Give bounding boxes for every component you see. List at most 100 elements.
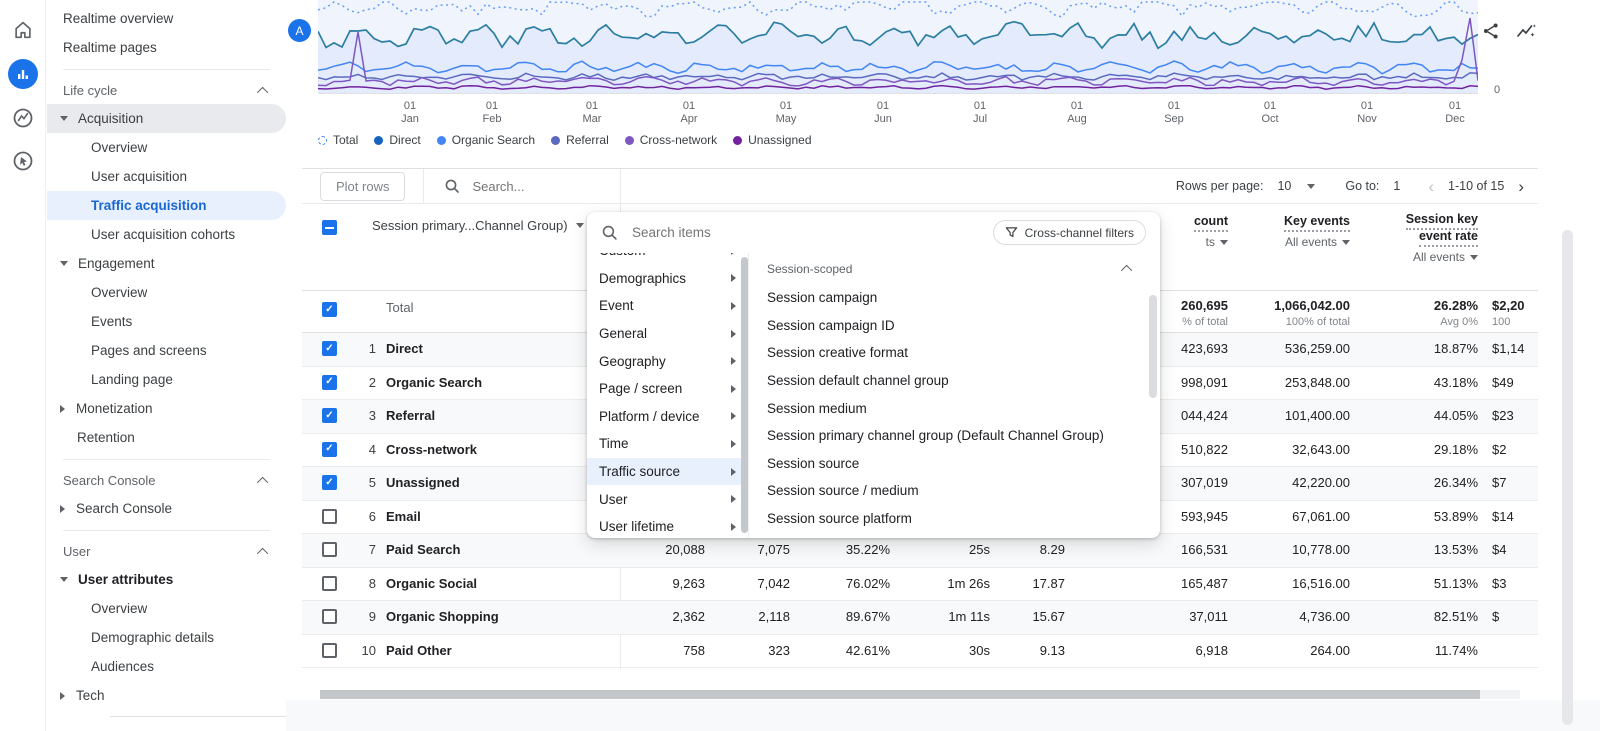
- category-label: Custom: [599, 253, 646, 258]
- cell-event-count: 593,945: [1181, 509, 1228, 524]
- plot-rows-button[interactable]: Plot rows: [320, 172, 405, 201]
- sidebar-section-search-console[interactable]: Search Console: [47, 467, 286, 494]
- legend-direct[interactable]: Direct: [374, 133, 420, 147]
- menu-item-session-creative-format[interactable]: Session creative format: [759, 339, 1160, 367]
- menu-category-user-lifetime[interactable]: User lifetime: [587, 513, 748, 538]
- menu-item-session-source[interactable]: Session source: [759, 450, 1160, 478]
- legend-total[interactable]: Total: [318, 133, 358, 147]
- sidebar-section-life-cycle[interactable]: Life cycle: [47, 77, 286, 104]
- menu-category-user[interactable]: User: [587, 485, 748, 513]
- explore-icon[interactable]: [9, 104, 37, 132]
- section-label: User: [63, 544, 90, 559]
- col-subheader-event-count[interactable]: ts: [1206, 235, 1228, 249]
- menu-item-session-source-medium[interactable]: Session source / medium: [759, 477, 1160, 505]
- table-row[interactable]: 10 Paid Other 75832342.61%30s9.13 6,9182…: [302, 635, 1538, 669]
- legend-unassigned[interactable]: Unassigned: [733, 133, 811, 147]
- select-all-checkbox[interactable]: [322, 220, 337, 235]
- sidebar-item-events[interactable]: Events: [47, 307, 286, 336]
- goto-input[interactable]: 1: [1393, 179, 1400, 193]
- sidebar-item-retention[interactable]: Retention: [47, 423, 286, 452]
- table-row[interactable]: 8 Organic Social 9,2637,04276.02%1m 26s1…: [302, 568, 1538, 602]
- sidebar-section-user[interactable]: User: [47, 538, 286, 565]
- row-checkbox[interactable]: [322, 509, 337, 524]
- col-header-session-key-event-rate[interactable]: Session key event rate: [1406, 212, 1478, 247]
- menu-category-custom[interactable]: Custom: [587, 253, 748, 265]
- horizontal-scrollbar-thumb[interactable]: [320, 690, 1480, 699]
- sidebar-item-tech[interactable]: Tech: [47, 681, 286, 710]
- cross-channel-filters-chip[interactable]: Cross-channel filters: [993, 220, 1146, 245]
- cell-key-events: 536,259.00: [1285, 341, 1350, 356]
- trending-insights-icon[interactable]: [1513, 18, 1539, 44]
- legend-organic-search[interactable]: Organic Search: [437, 133, 535, 147]
- row-checkbox[interactable]: [322, 576, 337, 591]
- row-checkbox[interactable]: ✓: [322, 475, 337, 490]
- menu-item-session-source-platform[interactable]: Session source platform: [759, 505, 1160, 533]
- sidebar-item-traffic-acquisition[interactable]: Traffic acquisition: [47, 191, 286, 220]
- sidebar-item-engagement[interactable]: Engagement: [47, 249, 286, 278]
- traffic-line-chart[interactable]: [318, 0, 1478, 94]
- sidebar-item-pages-and-screens[interactable]: Pages and screens: [47, 336, 286, 365]
- sidebar-item-realtime-overview[interactable]: Realtime overview: [47, 4, 286, 33]
- prev-page-icon[interactable]: ‹: [1428, 178, 1434, 195]
- menu-category-page-screen[interactable]: Page / screen: [587, 375, 748, 403]
- menu-category-event[interactable]: Event: [587, 292, 748, 320]
- legend-referral[interactable]: Referral: [551, 133, 609, 147]
- col-header-key-events[interactable]: Key events: [1284, 214, 1350, 228]
- table-search[interactable]: [444, 178, 734, 195]
- menu-category-demographics[interactable]: Demographics: [587, 265, 748, 293]
- row-checkbox[interactable]: ✓: [322, 442, 337, 457]
- menu-category-general[interactable]: General: [587, 320, 748, 348]
- row-checkbox[interactable]: ✓: [322, 375, 337, 390]
- dimension-header[interactable]: Session primary...Channel Group): [372, 218, 584, 233]
- vertical-scrollbar[interactable]: [1562, 230, 1573, 725]
- sidebar-item-user-acquisition[interactable]: User acquisition: [47, 162, 286, 191]
- advertising-icon[interactable]: [9, 147, 37, 175]
- sidebar-item-ua-overview[interactable]: Overview: [47, 594, 286, 623]
- row-checkbox[interactable]: ✓: [322, 302, 337, 317]
- sidebar-item-search-console[interactable]: Search Console: [47, 494, 286, 523]
- sidebar-item-acq-overview[interactable]: Overview: [47, 133, 286, 162]
- sidebar-item-demographic-details[interactable]: Demographic details: [47, 623, 286, 652]
- sidebar-label: Overview: [91, 601, 147, 616]
- row-checkbox[interactable]: [322, 643, 337, 658]
- home-icon[interactable]: [9, 16, 37, 44]
- menu-left-scrollbar[interactable]: [741, 257, 748, 533]
- sidebar-item-user-attributes[interactable]: User attributes: [47, 565, 286, 594]
- avatar[interactable]: A: [288, 19, 311, 42]
- menu-item-session-primary-channel-group[interactable]: Session primary channel group (Default C…: [759, 422, 1160, 450]
- menu-item-session-default-channel-group[interactable]: Session default channel group: [759, 367, 1160, 395]
- reports-icon[interactable]: [8, 59, 38, 89]
- row-checkbox[interactable]: ✓: [322, 408, 337, 423]
- row-checkbox[interactable]: [322, 609, 337, 624]
- menu-item-session-medium[interactable]: Session medium: [759, 394, 1160, 422]
- sidebar-item-monetization[interactable]: Monetization: [47, 394, 286, 423]
- table-row[interactable]: 9 Organic Shopping 2,3622,11889.67%1m 11…: [302, 601, 1538, 635]
- menu-category-platform-device[interactable]: Platform / device: [587, 403, 748, 431]
- menu-category-geography[interactable]: Geography: [587, 347, 748, 375]
- rows-per-page-select[interactable]: 10: [1277, 179, 1315, 193]
- menu-category-traffic-source[interactable]: Traffic source: [587, 458, 748, 486]
- sidebar-item-realtime-pages[interactable]: Realtime pages: [47, 33, 286, 62]
- session-scoped-section-header[interactable]: Session-scoped: [759, 253, 1160, 284]
- sidebar-item-eng-overview[interactable]: Overview: [47, 278, 286, 307]
- menu-item-session-campaign-id[interactable]: Session campaign ID: [759, 312, 1160, 340]
- col-subheader-session-key-event-rate[interactable]: All events: [1413, 250, 1478, 264]
- sidebar-item-audiences[interactable]: Audiences: [47, 652, 286, 681]
- menu-category-time[interactable]: Time: [587, 430, 748, 458]
- sidebar-item-landing-page[interactable]: Landing page: [47, 365, 286, 394]
- sidebar-item-user-acquisition-cohorts[interactable]: User acquisition cohorts: [47, 220, 286, 249]
- menu-item-session-campaign[interactable]: Session campaign: [759, 284, 1160, 312]
- row-checkbox[interactable]: [322, 542, 337, 557]
- menu-right-scrollbar[interactable]: [1149, 295, 1157, 398]
- row-checkbox[interactable]: ✓: [322, 341, 337, 356]
- cell-event-count: 37,011: [1189, 609, 1228, 624]
- sidebar-item-acquisition[interactable]: Acquisition: [47, 104, 286, 133]
- col-subheader-key-events[interactable]: All events: [1285, 235, 1350, 249]
- table-row[interactable]: 7 Paid Search 20,0887,07535.22%25s8.29 1…: [302, 534, 1538, 568]
- menu-search-input[interactable]: [630, 224, 981, 241]
- search-input[interactable]: [470, 178, 734, 195]
- next-page-icon[interactable]: ›: [1518, 178, 1524, 195]
- col-header-event-count[interactable]: count: [1194, 214, 1228, 228]
- share-icon[interactable]: [1478, 18, 1504, 44]
- legend-cross-network[interactable]: Cross-network: [625, 133, 717, 147]
